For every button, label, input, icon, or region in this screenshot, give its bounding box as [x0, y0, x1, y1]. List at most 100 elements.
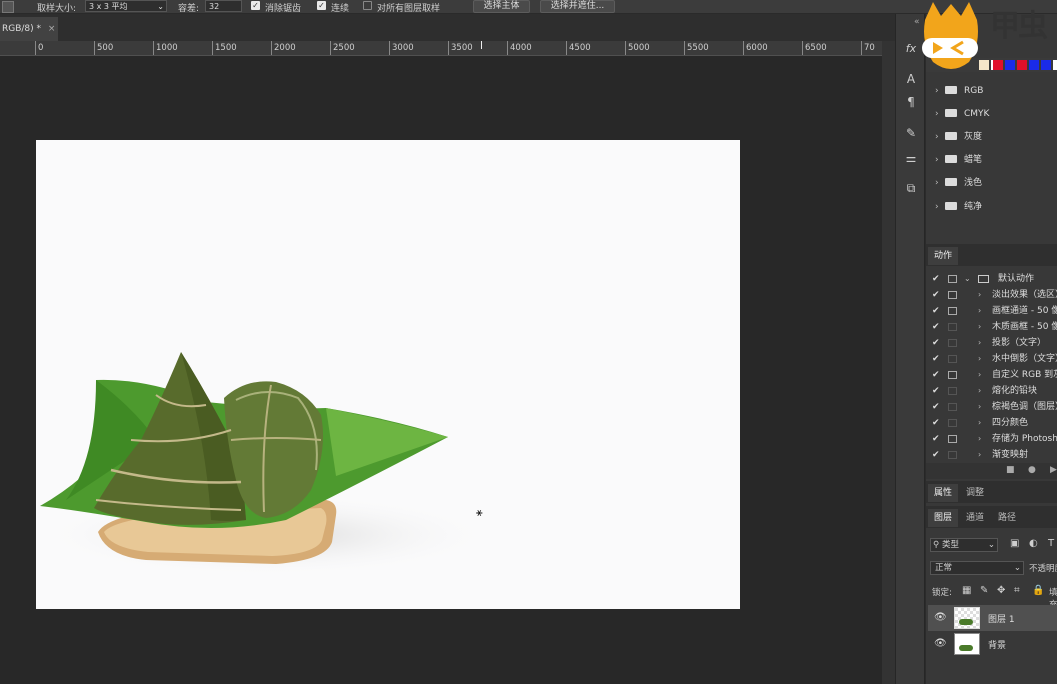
sample-size-select[interactable]: 3 x 3 平均 ⌄ [85, 0, 167, 12]
checkmark-icon[interactable]: ✔ [932, 431, 940, 447]
anti-alias-checkbox[interactable]: ✓ [251, 1, 260, 10]
adjust-sliders-icon[interactable]: ⚌ [903, 150, 919, 166]
paragraph-icon[interactable]: ¶ [903, 94, 919, 110]
chevron-right-icon[interactable]: › [978, 287, 981, 303]
swatch[interactable] [1053, 60, 1057, 70]
image-filter-icon[interactable]: ▣ [1010, 538, 1019, 549]
layer-filter-select[interactable]: ⚲ 类型 ⌄ [930, 538, 998, 552]
tab-channels[interactable]: 通道 [960, 509, 990, 527]
record-icon[interactable]: ● [1028, 465, 1036, 475]
chevron-right-icon[interactable]: › [978, 431, 981, 447]
chevron-right-icon[interactable]: › [978, 351, 981, 367]
action-item[interactable]: ✔ › 淡出效果（选区） [930, 287, 1057, 303]
chevron-right-icon[interactable]: › [978, 415, 981, 431]
eye-icon[interactable]: 👁 [934, 638, 947, 649]
dialog-toggle-icon[interactable] [948, 451, 957, 459]
action-item[interactable]: ✔ › 自定义 RGB 到灰度 [930, 367, 1057, 383]
type-filter-icon[interactable]: T [1048, 538, 1054, 549]
brush-icon[interactable]: ✎ [903, 125, 919, 141]
adjustment-filter-icon[interactable]: ◐ [1029, 538, 1038, 549]
checkmark-icon[interactable]: ✔ [932, 383, 940, 399]
swatch-group-rgb[interactable]: › RGB [935, 82, 1057, 100]
close-icon[interactable]: × [48, 24, 56, 34]
tab-paths[interactable]: 路径 [992, 509, 1022, 527]
chevron-right-icon[interactable]: › [978, 383, 981, 399]
eye-icon[interactable]: 👁 [934, 612, 947, 623]
lock-position-icon[interactable]: ✥ [997, 585, 1005, 596]
checkmark-icon[interactable]: ✔ [932, 335, 940, 351]
swatch[interactable] [993, 60, 1003, 70]
dialog-toggle-icon[interactable] [948, 355, 957, 363]
action-item[interactable]: ✔ › 木质画框 - 50 像素 [930, 319, 1057, 335]
checkmark-icon[interactable]: ✔ [932, 447, 940, 463]
dialog-toggle-icon[interactable] [948, 275, 957, 283]
tab-properties[interactable]: 属性 [928, 484, 958, 502]
action-item[interactable]: ✔ › 渐变映射 [930, 447, 1057, 463]
chevron-right-icon[interactable]: › [978, 335, 981, 351]
swatch-group-cmyk[interactable]: › CMYK [935, 105, 1057, 123]
dialog-toggle-icon[interactable] [948, 403, 957, 411]
swatch-group-pure[interactable]: › 纯净 [935, 198, 1057, 216]
checkmark-icon[interactable]: ✔ [932, 415, 940, 431]
dialog-toggle-icon[interactable] [948, 291, 957, 299]
checkmark-icon[interactable]: ✔ [932, 351, 940, 367]
character-icon[interactable]: A [903, 71, 919, 87]
chevron-right-icon[interactable]: › [978, 367, 981, 383]
dialog-toggle-icon[interactable] [948, 339, 957, 347]
dialog-toggle-icon[interactable] [948, 419, 957, 427]
dialog-toggle-icon[interactable] [948, 387, 957, 395]
select-and-mask-button[interactable]: 选择并遮住... [540, 0, 615, 13]
tab-adjustments[interactable]: 调整 [960, 484, 990, 502]
checkmark-icon[interactable]: ✔ [932, 287, 940, 303]
action-item[interactable]: ✔ › 棕褐色调（图层） [930, 399, 1057, 415]
vertical-scrollbar[interactable] [882, 41, 895, 684]
swatch-group-pastel[interactable]: › 蜡笔 [935, 151, 1057, 169]
layer-row[interactable]: 👁 背景 [928, 631, 1057, 657]
action-item[interactable]: ✔ › 存储为 Photoshop PDF [930, 431, 1057, 447]
lock-transparent-icon[interactable]: ▦ [962, 585, 971, 596]
dialog-toggle-icon[interactable] [948, 371, 957, 379]
sample-all-layers-checkbox[interactable] [363, 1, 372, 10]
action-item[interactable]: ✔ › 熔化的铅块 [930, 383, 1057, 399]
select-subject-button[interactable]: 选择主体 [473, 0, 530, 13]
blend-mode-select[interactable]: 正常 ⌄ [930, 561, 1024, 575]
lock-artboard-icon[interactable]: ⌗ [1014, 585, 1020, 596]
stop-icon[interactable]: ■ [1006, 465, 1015, 475]
clone-source-icon[interactable]: ⧉ [903, 180, 919, 196]
tab-actions[interactable]: 动作 [928, 247, 958, 265]
play-icon[interactable]: ▶ [1050, 465, 1057, 475]
dialog-toggle-icon[interactable] [948, 323, 957, 331]
tolerance-input[interactable]: 32 [205, 0, 242, 12]
chevron-right-icon[interactable]: › [978, 319, 981, 335]
chevron-down-icon[interactable]: ⌄ [964, 271, 971, 287]
chevron-right-icon[interactable]: › [978, 447, 981, 463]
checkmark-icon[interactable]: ✔ [932, 319, 940, 335]
contiguous-checkbox[interactable]: ✓ [317, 1, 326, 10]
chevron-right-icon[interactable]: › [978, 303, 981, 319]
document-tab[interactable]: RGB/8) * × [0, 17, 58, 41]
action-item[interactable]: ✔ › 水中倒影（文字） [930, 351, 1057, 367]
action-set-default[interactable]: ✔ ⌄ 默认动作 [930, 271, 1057, 287]
action-item[interactable]: ✔ › 投影（文字） [930, 335, 1057, 351]
checkmark-icon[interactable]: ✔ [932, 399, 940, 415]
swatch[interactable] [1041, 60, 1051, 70]
swatch-group-gray[interactable]: › 灰度 [935, 128, 1057, 146]
fx-icon[interactable]: fx [903, 41, 919, 57]
swatch[interactable] [1017, 60, 1027, 70]
lock-all-icon[interactable]: 🔒 [1032, 585, 1044, 596]
tab-layers[interactable]: 图层 [928, 509, 958, 527]
swatch[interactable] [1029, 60, 1039, 70]
swatch-group-light[interactable]: › 浅色 [935, 174, 1057, 192]
dialog-toggle-icon[interactable] [948, 307, 957, 315]
checkmark-icon[interactable]: ✔ [932, 303, 940, 319]
action-item[interactable]: ✔ › 四分颜色 [930, 415, 1057, 431]
checkmark-icon[interactable]: ✔ [932, 271, 940, 287]
checkmark-icon[interactable]: ✔ [932, 367, 940, 383]
layer-row[interactable]: 👁 图层 1 [928, 605, 1057, 631]
document-canvas[interactable] [36, 140, 740, 609]
tool-preset-icon[interactable] [2, 1, 14, 13]
lock-paint-icon[interactable]: ✎ [980, 585, 988, 596]
swatch[interactable] [1005, 60, 1015, 70]
chevron-right-icon[interactable]: › [978, 399, 981, 415]
action-item[interactable]: ✔ › 画框通道 - 50 像素 [930, 303, 1057, 319]
